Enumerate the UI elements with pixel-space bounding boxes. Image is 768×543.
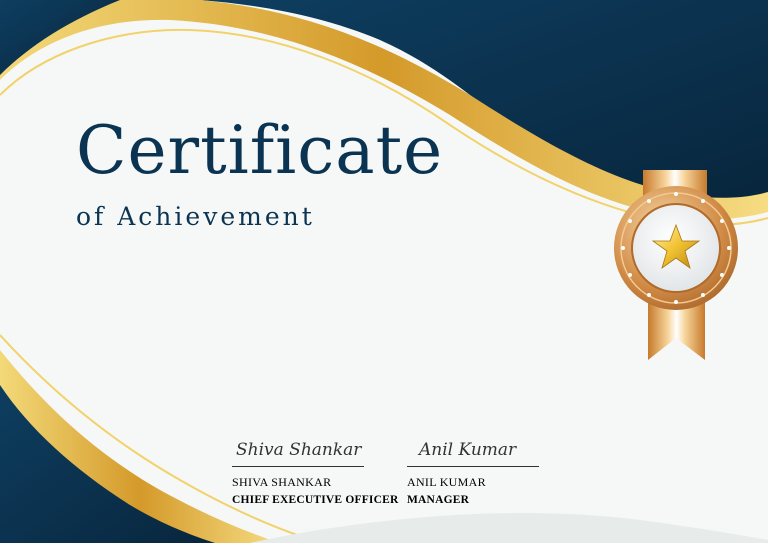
signature-ceo: Shiva Shankar bbox=[236, 440, 362, 460]
award-medal bbox=[614, 170, 738, 360]
signatory-name: SHIVA SHANKAR bbox=[232, 475, 332, 489]
signature-manager: Anil Kumar bbox=[419, 440, 517, 460]
signatory-name: ANIL KUMAR bbox=[407, 475, 486, 489]
signatory-role: MANAGER bbox=[407, 494, 470, 506]
signature-block-manager: Anil Kumar ANIL KUMAR MANAGER bbox=[407, 436, 547, 506]
certificate: Certificate of Achievement Shiva Shankar… bbox=[0, 0, 768, 543]
signature-line bbox=[407, 466, 539, 467]
signature-block-ceo: Shiva Shankar SHIVA SHANKAR CHIEF EXECUT… bbox=[232, 436, 399, 506]
signatory-role: CHIEF EXECUTIVE OFFICER bbox=[232, 494, 399, 506]
signature-line bbox=[232, 466, 364, 467]
